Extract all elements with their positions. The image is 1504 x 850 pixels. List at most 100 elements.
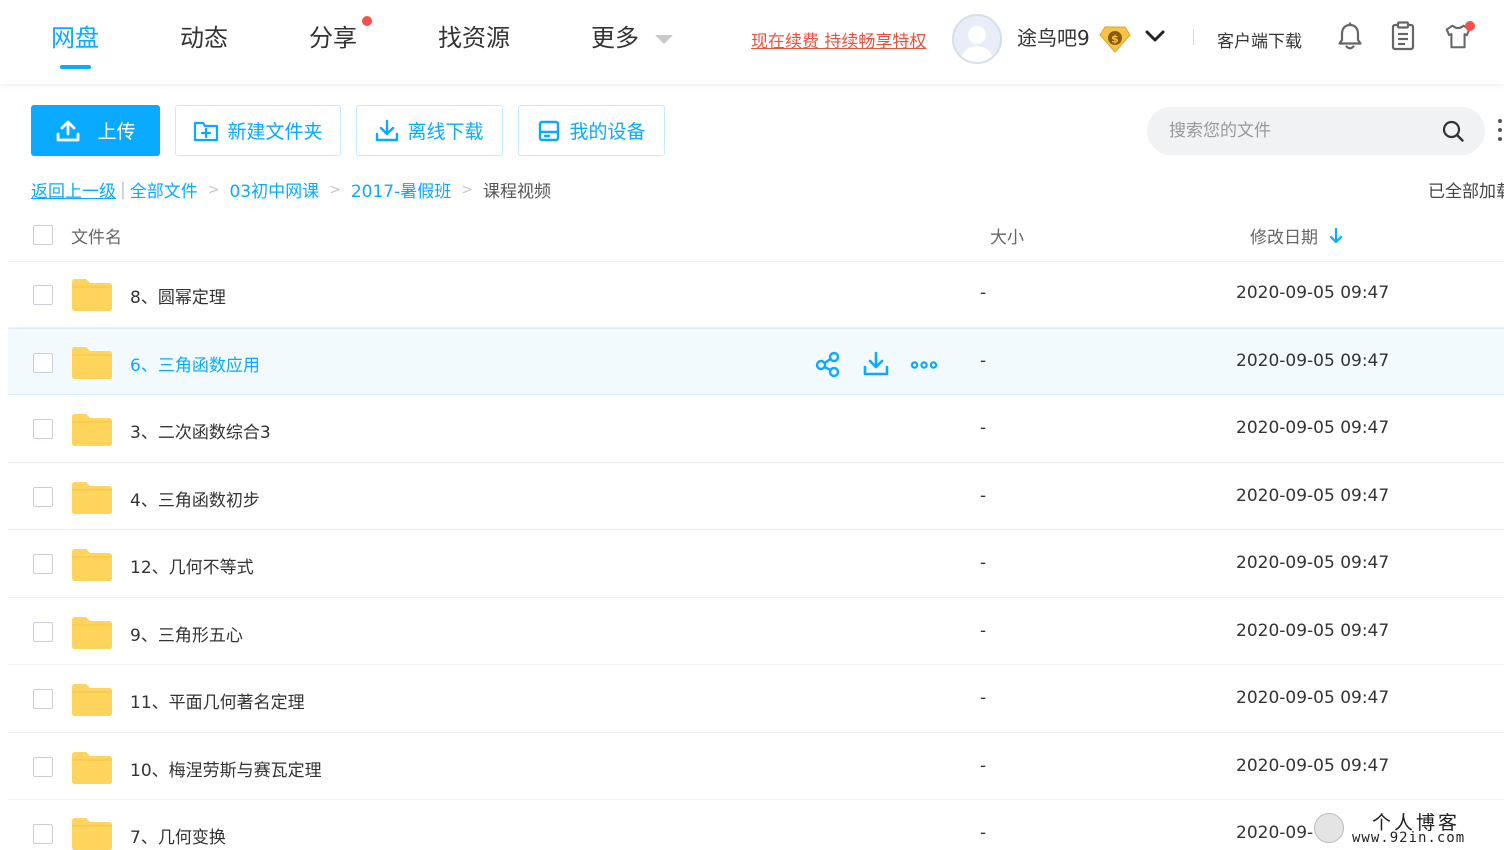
search-input[interactable] <box>1169 107 1429 155</box>
username[interactable]: 途鸟吧9 <box>1017 22 1090 51</box>
share-notification-dot <box>362 16 372 26</box>
table-row[interactable]: 11、平面几何著名定理 - 2020-09-05 09:47 <box>8 665 1504 733</box>
table-row[interactable]: 7、几何变换 - 2020-09- <box>8 800 1504 850</box>
file-date: 2020-09-05 09:47 <box>1236 418 1390 438</box>
table-row[interactable]: 6、三角函数应用 - 2020-09-05 09:47 <box>8 328 1504 395</box>
search-box <box>1147 107 1485 155</box>
file-date: 2020-09- <box>1236 823 1314 843</box>
my-devices-label: 我的设备 <box>569 121 646 143</box>
file-date: 2020-09-05 09:47 <box>1236 621 1390 641</box>
file-name[interactable]: 10、梅涅劳斯与赛瓦定理 <box>130 756 322 781</box>
avatar-head <box>968 26 986 44</box>
file-name[interactable]: 4、三角函数初步 <box>130 486 260 511</box>
active-tab-indicator <box>60 65 91 69</box>
table-row[interactable]: 10、梅涅劳斯与赛瓦定理 - 2020-09-05 09:47 <box>8 733 1504 800</box>
file-name[interactable]: 11、平面几何著名定理 <box>130 688 305 713</box>
load-status: 已全部加载 <box>1428 182 1504 202</box>
file-name[interactable]: 3、二次函数综合3 <box>130 418 271 443</box>
top-navigation: 网盘 动态 分享 找资源 更多 现在续费 持续畅享特权 途鸟吧9 $ 客户端下载 <box>0 0 1504 84</box>
breadcrumb-all-files[interactable]: 全部文件 <box>130 177 198 202</box>
new-folder-label: 新建文件夹 <box>227 121 323 143</box>
row-checkbox[interactable] <box>33 554 53 574</box>
upload-icon <box>57 120 80 141</box>
renew-vip-link[interactable]: 现在续费 持续畅享特权 <box>751 27 926 52</box>
share-icon[interactable] <box>814 350 842 378</box>
table-row[interactable]: 3、二次函数综合3 - 2020-09-05 09:47 <box>8 396 1504 463</box>
breadcrumb-current: 课程视频 <box>482 182 551 202</box>
avatar-body <box>960 46 994 62</box>
tab-share[interactable]: 分享 <box>309 20 357 56</box>
avatar[interactable] <box>952 14 1002 64</box>
more-icon[interactable] <box>910 350 938 378</box>
skin-notification-dot <box>1465 21 1475 31</box>
column-header-name[interactable]: 文件名 <box>71 223 122 248</box>
tab-netdisk[interactable]: 网盘 <box>51 20 99 56</box>
row-checkbox[interactable] <box>33 353 53 373</box>
folder-icon <box>72 684 112 716</box>
file-date: 2020-09-05 09:47 <box>1236 553 1390 573</box>
file-name[interactable]: 7、几何变换 <box>130 823 226 848</box>
folder-icon <box>72 347 112 379</box>
divider <box>1193 29 1194 45</box>
upload-button[interactable]: 上传 <box>31 105 160 156</box>
folder-icon <box>72 279 112 311</box>
file-name[interactable]: 8、圆幂定理 <box>130 283 226 308</box>
chevron-down-icon[interactable] <box>1144 28 1166 44</box>
offline-download-button[interactable]: 离线下载 <box>356 105 503 156</box>
tab-more[interactable]: 更多 <box>591 20 639 56</box>
file-name[interactable]: 9、三角形五心 <box>130 621 243 646</box>
file-size: - <box>980 688 987 708</box>
file-size: - <box>980 553 987 573</box>
row-checkbox[interactable] <box>33 285 53 305</box>
file-date: 2020-09-05 09:47 <box>1236 283 1390 303</box>
file-date: 2020-09-05 09:47 <box>1236 351 1390 371</box>
breadcrumb-arrow: > <box>329 181 341 198</box>
row-checkbox[interactable] <box>33 757 53 777</box>
more-caret-icon[interactable] <box>655 35 673 44</box>
vip-diamond-icon[interactable]: $ <box>1099 25 1131 53</box>
file-size: - <box>980 756 987 776</box>
file-size: - <box>980 621 987 641</box>
table-row[interactable]: 12、几何不等式 - 2020-09-05 09:47 <box>8 530 1504 598</box>
folder-icon <box>72 818 112 850</box>
clipboard-icon[interactable] <box>1388 20 1418 52</box>
download-icon[interactable] <box>862 350 890 378</box>
file-date: 2020-09-05 09:47 <box>1236 756 1390 776</box>
column-header-size[interactable]: 大小 <box>990 223 1024 248</box>
row-checkbox[interactable] <box>33 419 53 439</box>
file-date: 2020-09-05 09:47 <box>1236 486 1390 506</box>
table-row[interactable]: 4、三角函数初步 - 2020-09-05 09:47 <box>8 463 1504 530</box>
breadcrumb-separator: | <box>120 179 126 200</box>
folder-icon <box>72 482 112 514</box>
breadcrumb-back[interactable]: 返回上一级 <box>31 177 116 202</box>
bell-icon[interactable] <box>1335 20 1365 52</box>
breadcrumb: 返回上一级 | 全部文件 > 03初中网课 > 2017-暑假班 > 课程视频 <box>31 177 551 203</box>
folder-icon <box>72 414 112 446</box>
column-header-date[interactable]: 修改日期 <box>1250 223 1318 248</box>
breadcrumb-arrow: > <box>207 181 220 198</box>
table-row[interactable]: 9、三角形五心 - 2020-09-05 09:47 <box>8 598 1504 665</box>
row-checkbox[interactable] <box>33 487 53 507</box>
file-date: 2020-09-05 09:47 <box>1236 688 1390 708</box>
new-folder-button[interactable]: 新建文件夹 <box>175 105 341 156</box>
watermark-url: www.92in.com <box>1352 830 1466 846</box>
my-devices-button[interactable]: 我的设备 <box>518 105 665 156</box>
file-name[interactable]: 6、三角函数应用 <box>130 351 260 376</box>
client-download-link[interactable]: 客户端下载 <box>1217 27 1302 52</box>
search-icon[interactable] <box>1441 119 1465 143</box>
tab-find-resources[interactable]: 找资源 <box>438 20 510 56</box>
svg-text:$: $ <box>1111 33 1119 46</box>
sort-down-icon[interactable] <box>1329 227 1343 245</box>
file-size: - <box>980 418 987 438</box>
breadcrumb-summer-class[interactable]: 2017-暑假班 <box>351 177 451 202</box>
select-all-checkbox[interactable] <box>33 225 53 245</box>
tab-activity[interactable]: 动态 <box>180 20 228 56</box>
file-name[interactable]: 12、几何不等式 <box>130 553 254 578</box>
breadcrumb-junior-course[interactable]: 03初中网课 <box>229 177 319 202</box>
table-row[interactable]: 8、圆幂定理 - 2020-09-05 09:47 <box>8 262 1504 328</box>
view-options-icon[interactable] <box>1497 117 1503 143</box>
file-size: - <box>980 486 987 506</box>
row-checkbox[interactable] <box>33 689 53 709</box>
row-checkbox[interactable] <box>33 622 53 642</box>
row-checkbox[interactable] <box>33 824 53 844</box>
